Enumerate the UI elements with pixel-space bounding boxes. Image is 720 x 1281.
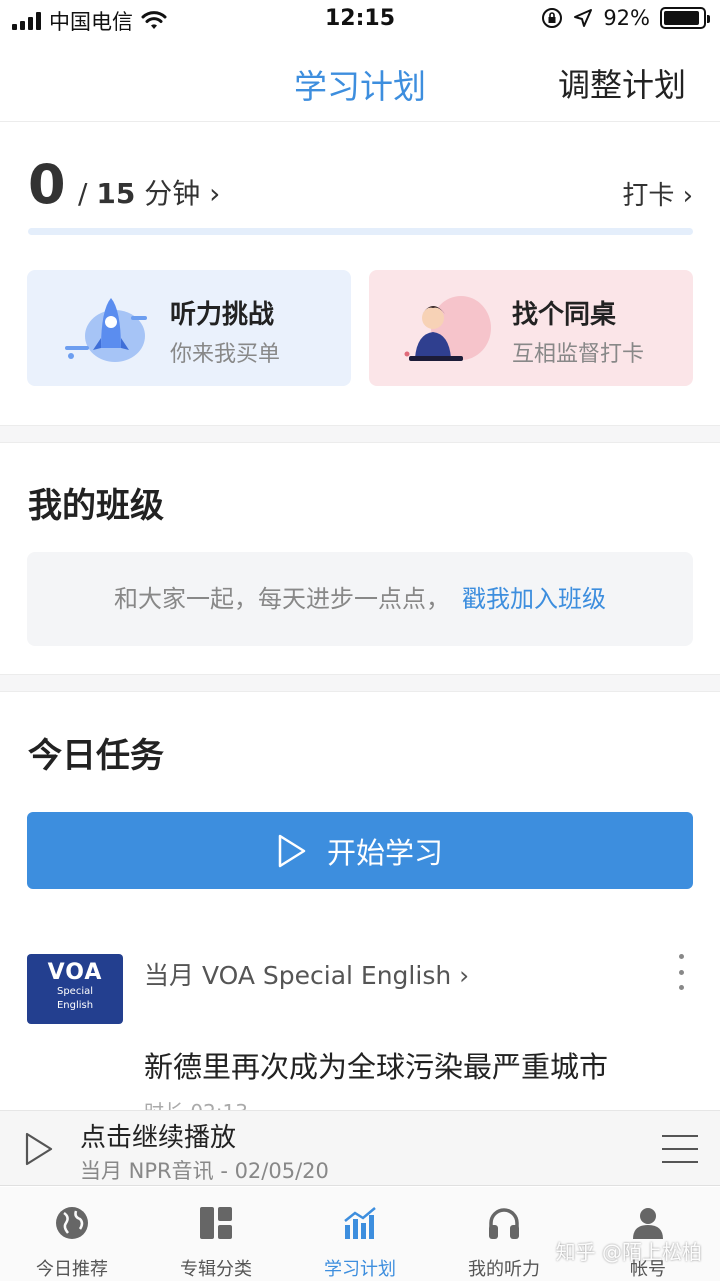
card-title: 找个同桌 [512,300,617,330]
mini-player[interactable]: 点击继续播放 当月 NPR音讯 - 02/05/20 [0,1110,720,1186]
location-arrow-icon [574,9,593,27]
task-source: 当月 VOA Special English [144,961,452,990]
status-bar: 中国电信 12:15 92% [0,0,720,40]
chevron-right-icon: › [682,181,693,211]
tab-label: 今日推荐 [36,1259,108,1280]
card-subtitle: 互相监督打卡 [512,342,645,367]
chevron-right-icon: › [459,961,470,990]
battery-icon [660,7,710,29]
minutes-unit: 分钟 [144,177,201,210]
progress-separator: / [78,177,88,210]
minutes-target-link[interactable]: / 15 分钟 › [78,172,220,216]
chevron-right-icon: › [209,177,221,210]
task-source-link[interactable]: 当月 VOA Special English › [144,956,469,992]
start-learning-button[interactable]: 开始学习 [27,812,693,889]
rocket-icon [65,298,147,362]
play-icon [278,834,306,867]
headphones-icon [489,1208,519,1239]
today-tasks-title: 今日任务 [28,736,164,776]
tab-today-recommend[interactable]: 今日推荐 [0,1187,144,1281]
checkin-label: 打卡 [622,181,675,211]
tab-label: 专辑分类 [180,1259,252,1280]
my-class-title: 我的班级 [28,486,164,526]
minutes-done: 0 [28,153,66,216]
tab-label: 学习计划 [324,1259,396,1280]
card-subtitle: 你来我买单 [170,342,281,367]
section-divider [0,425,720,443]
voa-logo: VOA Special English [27,954,123,1024]
deskmate-icon [404,296,491,361]
card-title: 听力挑战 [170,300,275,330]
adjust-plan-button[interactable]: 调整计划 [558,60,686,106]
tab-study-plan[interactable]: 学习计划 [288,1187,432,1281]
watermark: 知乎 @陌上松柏 [555,1240,702,1264]
tab-album-category[interactable]: 专辑分类 [144,1187,288,1281]
voa-logo-line2: English [56,1000,94,1011]
bar-chart-icon [344,1207,376,1239]
section-divider [0,674,720,692]
feature-cards: 听力挑战 你来我买单 找个同桌 互相监督打卡 [27,270,693,386]
tab-my-listening[interactable]: 我的听力 [432,1187,576,1281]
more-options-icon[interactable] [669,954,693,990]
checkin-button[interactable]: 打卡 › [622,176,693,216]
grid-icon [200,1207,232,1239]
listening-challenge-card[interactable]: 听力挑战 你来我买单 [27,270,351,386]
globe-icon [56,1207,88,1239]
join-class-banner[interactable]: 和大家一起，每天进步一点点， 戳我加入班级 [27,552,693,646]
find-deskmate-card[interactable]: 找个同桌 互相监督打卡 [369,270,693,386]
playlist-icon[interactable] [662,1135,698,1163]
daily-progress: 0 / 15 分钟 › 打卡 › [28,150,693,240]
player-title: 点击继续播放 [80,1123,237,1153]
join-class-link[interactable]: 戳我加入班级 [462,585,606,613]
play-icon[interactable] [24,1131,54,1167]
player-subtitle: 当月 NPR音讯 - 02/05/20 [80,1159,329,1183]
voa-logo-line1: Special [56,986,94,997]
tab-label: 我的听力 [468,1259,540,1280]
voa-logo-main: VOA [47,960,103,985]
tab-bar: 今日推荐 专辑分类 学习计划 我的听力 帐号 [0,1187,720,1281]
battery-percent: 92% [603,6,650,30]
status-right: 92% [541,6,710,30]
tab-account[interactable]: 帐号 [576,1187,720,1281]
start-learning-label: 开始学习 [326,835,443,870]
orientation-lock-icon [542,8,563,28]
progress-bar [28,228,693,235]
task-headline: 新德里再次成为全球污染最严重城市 [144,1050,609,1084]
minutes-target: 15 [96,177,136,210]
task-item[interactable]: VOA Special English 当月 VOA Special Engli… [27,950,693,1124]
nav-header: 学习计划 调整计划 [0,44,720,122]
join-class-prompt: 和大家一起，每天进步一点点， [114,585,450,613]
